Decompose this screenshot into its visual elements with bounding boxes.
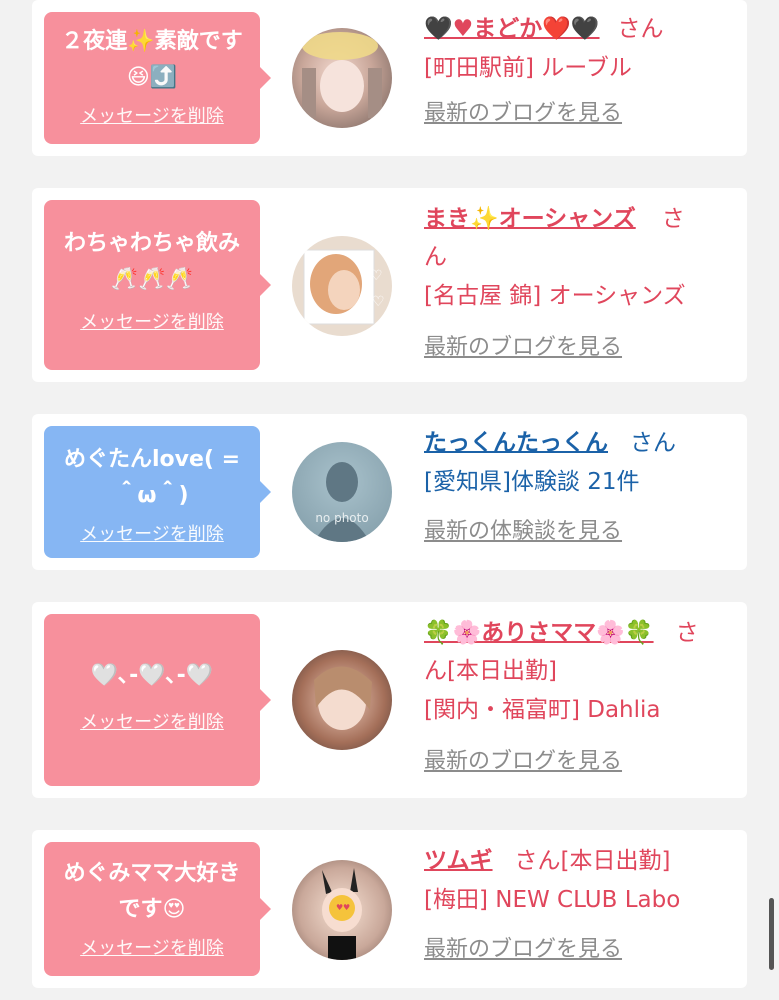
delete-message-link[interactable]: メッセージを削除 [54, 308, 250, 334]
avatar[interactable] [292, 650, 392, 750]
delete-message-link[interactable]: メッセージを削除 [54, 520, 250, 546]
honorific: さ [675, 620, 699, 646]
view-blog-link[interactable]: 最新のブログを見る [424, 328, 734, 368]
honorific-status: さん[本日出勤] [514, 848, 671, 874]
message-text: 🥂🥂🥂 [110, 267, 194, 292]
svg-text:♥: ♥ [343, 903, 350, 912]
attendance-status: ん[本日出勤] [424, 658, 557, 684]
honorific: さん [630, 430, 676, 456]
shop-name[interactable]: [名古屋 錦] オーシャンズ [424, 276, 734, 316]
shop-name[interactable]: [関内・福富町] Dahlia [424, 690, 734, 730]
area-review-count[interactable]: [愛知県]体験談 21件 [424, 462, 734, 502]
avatar-image [314, 666, 372, 730]
message-text: めぐみママ大好き [63, 861, 241, 886]
message-text: 😆⤴️ [126, 65, 178, 90]
message-card: めぐみママ大好き です😍 メッセージを削除 ♥ ♥ ツムギ さん[本日出勤] [梅… [32, 830, 747, 988]
user-name-link[interactable]: 🖤♥まどか❤️🖤 [424, 16, 600, 42]
message-text: ２夜連✨素敵です [61, 29, 243, 54]
shop-name[interactable]: [町田駅前] ルーブル [424, 48, 734, 88]
avatar-image: ♥ ♥ [322, 868, 362, 960]
avatar[interactable]: ♥ ♥ [292, 860, 392, 960]
user-info: たっくんたっくん さん [愛知県]体験談 21件 最新の体験談を見る [424, 424, 734, 552]
svg-text:♡: ♡ [370, 268, 383, 284]
delete-message-link[interactable]: メッセージを削除 [54, 934, 250, 960]
svg-text:no photo: no photo [315, 511, 368, 525]
message-bubble: めぐみママ大好き です😍 メッセージを削除 [44, 842, 271, 976]
user-info: まき✨オーシャンズさ ん [名古屋 錦] オーシャンズ 最新のブログを見る [424, 200, 734, 368]
message-card: 🤍､-🤍､-🤍 メッセージを削除 🍀🌸ありさママ🌸🍀 さ ん[本日出勤] [関内・… [32, 602, 747, 798]
svg-text:♡: ♡ [372, 294, 385, 310]
shop-name[interactable]: [梅田] NEW CLUB Labo [424, 880, 734, 920]
user-info: 🍀🌸ありさママ🌸🍀 さ ん[本日出勤] [関内・福富町] Dahlia 最新のブロ… [424, 614, 734, 782]
message-text: です😍 [118, 897, 186, 922]
message-text: めぐたんlove( = [63, 447, 241, 472]
user-name-link[interactable]: 🍀🌸ありさママ🌸🍀 [424, 620, 654, 646]
avatar-image [302, 32, 382, 118]
user-name-link[interactable]: ツムギ [424, 848, 493, 874]
avatar-image: ♡ ♡ [303, 249, 385, 325]
message-card: わちゃわちゃ飲み 🥂🥂🥂 メッセージを削除 ♡ ♡ まき✨オーシャンズさ ん [… [32, 188, 747, 382]
scrollbar[interactable] [769, 898, 774, 970]
message-bubble: めぐたんlove( = ＾ω＾) メッセージを削除 [44, 426, 271, 558]
view-reviews-link[interactable]: 最新の体験談を見る [424, 512, 734, 552]
avatar[interactable]: ♡ ♡ [292, 236, 392, 336]
delete-message-link[interactable]: メッセージを削除 [54, 102, 250, 128]
user-name-link[interactable]: まき✨オーシャンズ [424, 206, 636, 232]
avatar[interactable] [292, 28, 392, 128]
message-bubble: ２夜連✨素敵です 😆⤴️ メッセージを削除 [44, 12, 271, 144]
honorific: さ [661, 206, 685, 232]
message-text: わちゃわちゃ飲み [63, 231, 240, 256]
message-card: めぐたんlove( = ＾ω＾) メッセージを削除 no photo たっくんた… [32, 414, 747, 570]
view-blog-link[interactable]: 最新のブログを見る [424, 742, 734, 782]
no-photo-icon: no photo [314, 462, 370, 542]
view-blog-link[interactable]: 最新のブログを見る [424, 94, 734, 134]
user-info: 🖤♥まどか❤️🖤 さん [町田駅前] ルーブル 最新のブログを見る [424, 10, 734, 134]
user-info: ツムギ さん[本日出勤] [梅田] NEW CLUB Labo 最新のブログを見る [424, 842, 734, 970]
message-text: ＾ω＾) [115, 483, 189, 508]
message-bubble: 🤍､-🤍､-🤍 メッセージを削除 [44, 614, 271, 786]
message-bubble: わちゃわちゃ飲み 🥂🥂🥂 メッセージを削除 [44, 200, 271, 370]
avatar[interactable]: no photo [292, 442, 392, 542]
honorific: さん [617, 16, 664, 42]
delete-message-link[interactable]: メッセージを削除 [54, 708, 250, 734]
message-card: ２夜連✨素敵です 😆⤴️ メッセージを削除 🖤♥まどか❤️🖤 さん [町田駅前] … [32, 0, 747, 156]
user-name-link[interactable]: たっくんたっくん [424, 430, 608, 456]
view-blog-link[interactable]: 最新のブログを見る [424, 930, 734, 970]
honorific-continued: ん [424, 244, 447, 270]
message-text: 🤍､-🤍､-🤍 [90, 663, 214, 688]
